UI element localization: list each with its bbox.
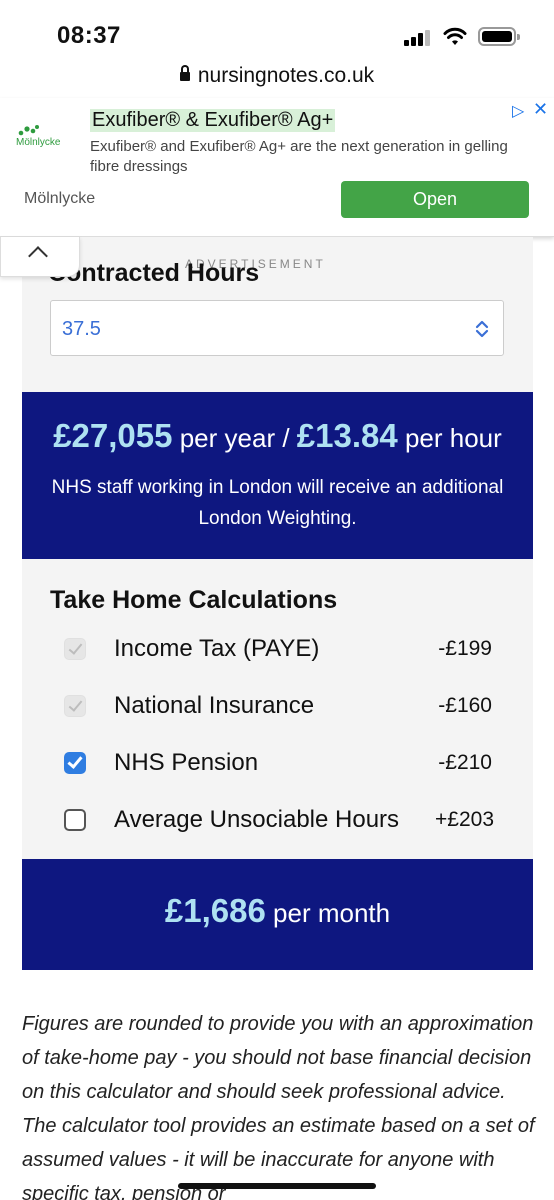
molnlycke-logo-icon [18, 125, 39, 136]
deduction-row-national-insurance: National Insurance -£160 [64, 692, 504, 722]
income-tax-label: Income Tax (PAYE) [114, 635, 320, 662]
deduction-row-nhs-pension[interactable]: NHS Pension -£210 [64, 749, 504, 779]
nhs-pension-amount: -£210 [438, 751, 492, 774]
income-tax-amount: -£199 [438, 637, 492, 660]
home-indicator[interactable] [178, 1183, 376, 1189]
address-bar[interactable]: nursingnotes.co.uk [0, 64, 554, 88]
per-hour-label: per hour [404, 423, 502, 453]
ad-title[interactable]: Exufiber® & Exufiber® Ag+ [90, 109, 336, 132]
salary-summary: £27,055 per year / £13.84 per hour NHS s… [22, 392, 533, 559]
deduction-row-income-tax: Income Tax (PAYE) -£199 [64, 635, 504, 665]
income-tax-checkbox [64, 638, 86, 660]
hourly-rate: £13.84 [296, 417, 398, 454]
cellular-signal-icon [404, 30, 430, 46]
annual-salary: £27,055 [53, 417, 173, 454]
disclaimer-text: Figures are rounded to provide you with … [22, 1013, 535, 1200]
london-weighting-note: NHS staff working in London will receive… [51, 477, 504, 529]
ad-description: Exufiber® and Exufiber® Ag+ are the next… [90, 138, 508, 175]
ad-brand: Mölnlycke [24, 190, 96, 207]
deduction-row-unsociable-hours[interactable]: Average Unsociable Hours +£203 [64, 806, 504, 836]
wifi-icon [443, 27, 467, 45]
unsociable-hours-checkbox[interactable] [64, 809, 86, 831]
ad-collapse-button[interactable] [0, 237, 80, 277]
url-text: nursingnotes.co.uk [197, 64, 375, 87]
salary-line: £27,055 per year / £13.84 per hour [22, 417, 533, 455]
unsociable-hours-amount: +£203 [435, 808, 494, 831]
national-insurance-label: National Insurance [114, 692, 315, 719]
ad-close-icon[interactable]: ✕ [533, 99, 548, 120]
ad-logo-text: Mölnlycke [16, 137, 61, 148]
status-time: 08:37 [57, 22, 121, 49]
national-insurance-amount: -£160 [438, 694, 492, 717]
monthly-amount: £1,686 [164, 892, 266, 929]
national-insurance-checkbox [64, 695, 86, 717]
chevron-up-icon [28, 246, 48, 266]
take-home-title: Take Home Calculations [50, 586, 338, 614]
battery-icon [478, 27, 520, 46]
lock-icon [179, 65, 190, 81]
contracted-hours-select[interactable]: 37.5 [50, 300, 504, 356]
per-year-label: per year / [179, 423, 290, 453]
unsociable-hours-label[interactable]: Average Unsociable Hours [114, 806, 399, 834]
contracted-hours-value: 37.5 [62, 318, 101, 340]
monthly-summary: £1,686 per month [22, 859, 533, 970]
status-bar: 08:37 [0, 0, 554, 62]
select-chevron-icon [475, 320, 489, 338]
nhs-pension-checkbox[interactable] [64, 752, 86, 774]
ad-open-button[interactable]: Open [341, 181, 529, 218]
per-month-label: per month [273, 898, 391, 928]
nhs-pension-label[interactable]: NHS Pension [114, 749, 258, 777]
adchoices-icon[interactable]: ▷ [512, 101, 524, 121]
